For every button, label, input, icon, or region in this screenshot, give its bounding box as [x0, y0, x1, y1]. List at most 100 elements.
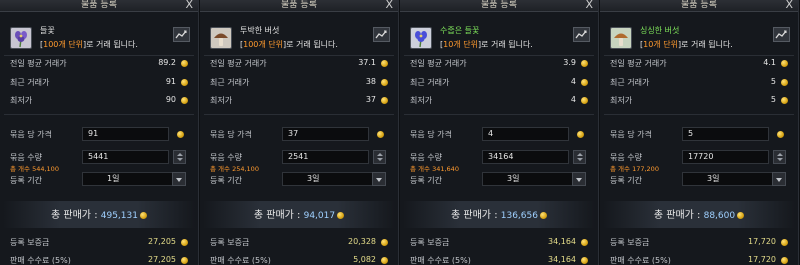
recent-price-value: 38 [365, 77, 376, 86]
registration-period-dropdown[interactable]: 3일 [482, 172, 586, 186]
gold-coin-icon [181, 79, 188, 86]
price-chart-button[interactable] [773, 27, 790, 42]
avg-price-label: 전일 평균 거래가 [210, 59, 267, 68]
registration-period-value: 3일 [307, 174, 320, 183]
gold-coin-icon [581, 60, 588, 67]
divider [404, 55, 594, 56]
chevron-down-icon[interactable] [772, 172, 786, 186]
quantity-stepper[interactable] [773, 150, 786, 164]
registration-deposit-label: 등록 보증금 [610, 238, 650, 247]
divider [404, 114, 594, 115]
trade-unit-text: [100개 단위]로 거래 됩니다. [40, 39, 138, 50]
bundle-quantity-input[interactable]: 2541 [282, 150, 369, 164]
unit-suffix: ]로 거래 됩니다. [83, 40, 138, 49]
price-chart-button[interactable] [373, 27, 390, 42]
lowest-price-label: 최저가 [210, 96, 233, 105]
close-icon[interactable]: X [185, 0, 193, 11]
avg-price-value: 4.1 [763, 58, 776, 67]
divider [604, 55, 794, 56]
registration-deposit-value: 34,164 [548, 237, 576, 246]
panel-title: 물품 등록 [681, 0, 717, 10]
gold-coin-icon [381, 239, 388, 246]
unit-suffix: ]로 거래 됩니다. [283, 40, 338, 49]
bundle-quantity-input[interactable]: 17720 [682, 150, 769, 164]
gold-coin-icon [581, 79, 588, 86]
mushroom-icon [611, 28, 631, 48]
price-chart-button[interactable] [173, 27, 190, 42]
gold-coin-icon [737, 212, 745, 219]
sales-fee-label: 판매 수수료 (5%) [10, 256, 71, 265]
bundle-quantity-label: 묶음 수량 [410, 153, 442, 162]
item-registration-panel-2: 물품 등록 X 투박한 버섯 [100개 단위]로 거래 됩니다. 전일 평균 … [200, 0, 399, 265]
gold-coin-icon [781, 97, 788, 104]
price-chart-icon [575, 30, 587, 39]
quantity-stepper[interactable] [173, 150, 186, 164]
title-bar[interactable]: 물품 등록 X [0, 0, 198, 12]
gold-coin-icon [381, 60, 388, 67]
gold-coin-icon [381, 97, 388, 104]
price-per-bundle-input[interactable]: 37 [282, 127, 369, 141]
chevron-down-icon[interactable] [172, 172, 186, 186]
divider [204, 114, 394, 115]
divider [4, 114, 194, 115]
gold-coin-icon [777, 131, 784, 138]
mushroom-icon [211, 28, 231, 48]
price-chart-icon [375, 30, 387, 39]
total-count-text: 총 개수 254,100 [210, 165, 259, 173]
avg-price-label: 전일 평균 거래가 [410, 59, 467, 68]
registration-deposit-value: 20,328 [348, 237, 376, 246]
total-price-label: 총 판매가 : [451, 210, 501, 221]
title-bar[interactable]: 물품 등록 X [600, 0, 798, 12]
total-price-label: 총 판매가 : [653, 210, 704, 221]
lowest-price-value: 37 [365, 95, 376, 104]
price-chart-icon [175, 30, 187, 39]
lowest-price-label: 최저가 [410, 96, 433, 105]
panel-container: 물품 등록 X 들꽃 [100개 단위]로 거래 됩니다. 전일 평균 거래가 [0, 0, 800, 265]
registration-period-dropdown[interactable]: 3일 [682, 172, 786, 186]
bundle-quantity-input[interactable]: 5441 [82, 150, 169, 164]
price-per-bundle-input[interactable]: 91 [82, 127, 169, 141]
gold-coin-icon [139, 212, 147, 219]
panel-title: 물품 등록 [81, 0, 117, 10]
chevron-down-icon[interactable] [372, 172, 386, 186]
blue-flower-item-icon [410, 27, 432, 49]
title-bar[interactable]: 물품 등록 X [200, 0, 398, 12]
registration-period-value: 3일 [707, 174, 720, 183]
gold-coin-icon [381, 257, 388, 264]
sales-fee-value: 5,082 [353, 255, 376, 264]
unit-suffix: ]로 거래 됩니다. [477, 40, 533, 49]
total-price-value: 94,017 [303, 211, 336, 221]
title-bar[interactable]: 물품 등록 X [400, 0, 598, 12]
registration-period-label: 등록 기간 [10, 176, 42, 185]
gold-coin-icon [181, 97, 188, 104]
sales-fee-label: 판매 수수료 (5%) [610, 256, 671, 265]
bundle-quantity-input[interactable]: 34164 [482, 150, 569, 164]
registration-period-dropdown[interactable]: 1일 [82, 172, 186, 186]
price-chart-button[interactable] [573, 27, 590, 42]
item-registration-panel-3: 물품 등록 X 수줍은 들꽃 [10개 단위]로 거래 됩니다. 전일 평균 거 [400, 0, 599, 265]
lowest-price-label: 최저가 [10, 96, 33, 105]
gold-coin-icon [781, 79, 788, 86]
registration-period-label: 등록 기간 [210, 176, 242, 185]
registration-period-label: 등록 기간 [610, 176, 642, 185]
gold-coin-icon [181, 239, 188, 246]
item-name: 들꽃 [40, 26, 55, 35]
trade-unit-highlight: 100개 단위 [43, 40, 84, 49]
quantity-stepper[interactable] [373, 150, 386, 164]
divider [4, 55, 194, 56]
chevron-down-icon[interactable] [572, 172, 586, 186]
total-count-text: 총 개수 177,200 [610, 165, 659, 173]
avg-price-value: 37.1 [358, 58, 376, 67]
price-per-bundle-input[interactable]: 5 [682, 127, 769, 141]
close-icon[interactable]: X [385, 0, 393, 11]
item-name: 수줍은 들꽃 [440, 26, 480, 35]
panel-title: 물품 등록 [481, 0, 517, 10]
gold-coin-icon [381, 79, 388, 86]
gold-coin-icon [581, 239, 588, 246]
close-icon[interactable]: X [585, 0, 593, 11]
lowest-price-value: 90 [165, 95, 176, 104]
registration-period-dropdown[interactable]: 3일 [282, 172, 386, 186]
quantity-stepper[interactable] [573, 150, 586, 164]
price-per-bundle-input[interactable]: 4 [482, 127, 569, 141]
close-icon[interactable]: X [785, 0, 793, 11]
